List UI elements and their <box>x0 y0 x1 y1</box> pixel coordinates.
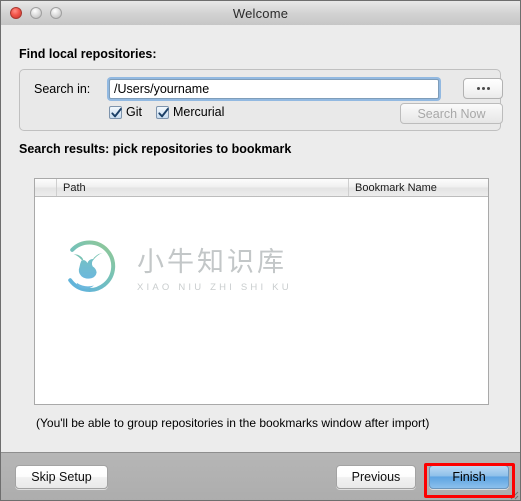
resize-grip-icon[interactable] <box>507 488 519 500</box>
skip-setup-button[interactable]: Skip Setup <box>15 465 108 489</box>
watermark-logo: 小牛知识库 XIAO NIU ZHI SHI KU <box>59 231 459 311</box>
zoom-button-icon[interactable] <box>50 7 62 19</box>
title-bar: Welcome <box>1 1 520 26</box>
bull-circle-logo-icon <box>68 240 116 292</box>
checkbox-git[interactable]: Git <box>109 105 142 119</box>
watermark-en: XIAO NIU ZHI SHI KU <box>137 281 292 293</box>
watermark-cn: 小牛知识库 <box>137 247 287 279</box>
minimize-button-icon[interactable] <box>30 7 42 19</box>
checkbox-mercurial[interactable]: Mercurial <box>155 105 225 119</box>
welcome-window: Welcome Find local repositories: Search … <box>0 0 521 501</box>
table-column-select[interactable] <box>35 179 57 196</box>
window-title: Welcome <box>232 5 289 21</box>
checkbox-mercurial-label: Mercurial <box>172 105 225 119</box>
watermark-text: 小牛知识库 XIAO NIU ZHI SHI KU <box>137 247 292 293</box>
table-column-path[interactable]: Path <box>57 179 349 196</box>
close-button-icon[interactable] <box>10 7 22 19</box>
browse-button[interactable] <box>463 78 503 99</box>
vcs-checkbox-group: Git Mercurial <box>109 105 224 119</box>
results-table[interactable]: Path Bookmark Name 小牛知识库 XIAO NIU ZHI SH… <box>34 178 489 405</box>
finish-button[interactable]: Finish <box>429 465 509 489</box>
previous-button[interactable]: Previous <box>336 465 416 489</box>
import-hint-text: (You'll be able to group repositories in… <box>36 416 430 430</box>
find-repositories-heading: Find local repositories: <box>19 47 157 61</box>
search-in-label: Search in: <box>34 82 91 96</box>
search-groupbox: Search in: Git <box>19 69 503 131</box>
search-path-input[interactable] <box>109 79 439 99</box>
search-results-heading: Search results: pick repositories to boo… <box>19 142 292 156</box>
ellipsis-icon <box>476 87 490 90</box>
checkmark-icon <box>109 105 122 119</box>
footer-bar: Skip Setup Previous Finish <box>1 452 520 500</box>
table-header-row: Path Bookmark Name <box>35 179 488 197</box>
window-controls <box>10 7 62 19</box>
checkmark-icon <box>155 105 169 119</box>
table-column-bookmark-name[interactable]: Bookmark Name <box>349 179 488 196</box>
table-body-empty: 小牛知识库 XIAO NIU ZHI SHI KU <box>35 197 488 404</box>
main-content: Find local repositories: Search in: /Use… <box>1 25 520 452</box>
search-now-button[interactable]: Search Now <box>400 103 503 124</box>
checkbox-git-label: Git <box>126 105 142 119</box>
